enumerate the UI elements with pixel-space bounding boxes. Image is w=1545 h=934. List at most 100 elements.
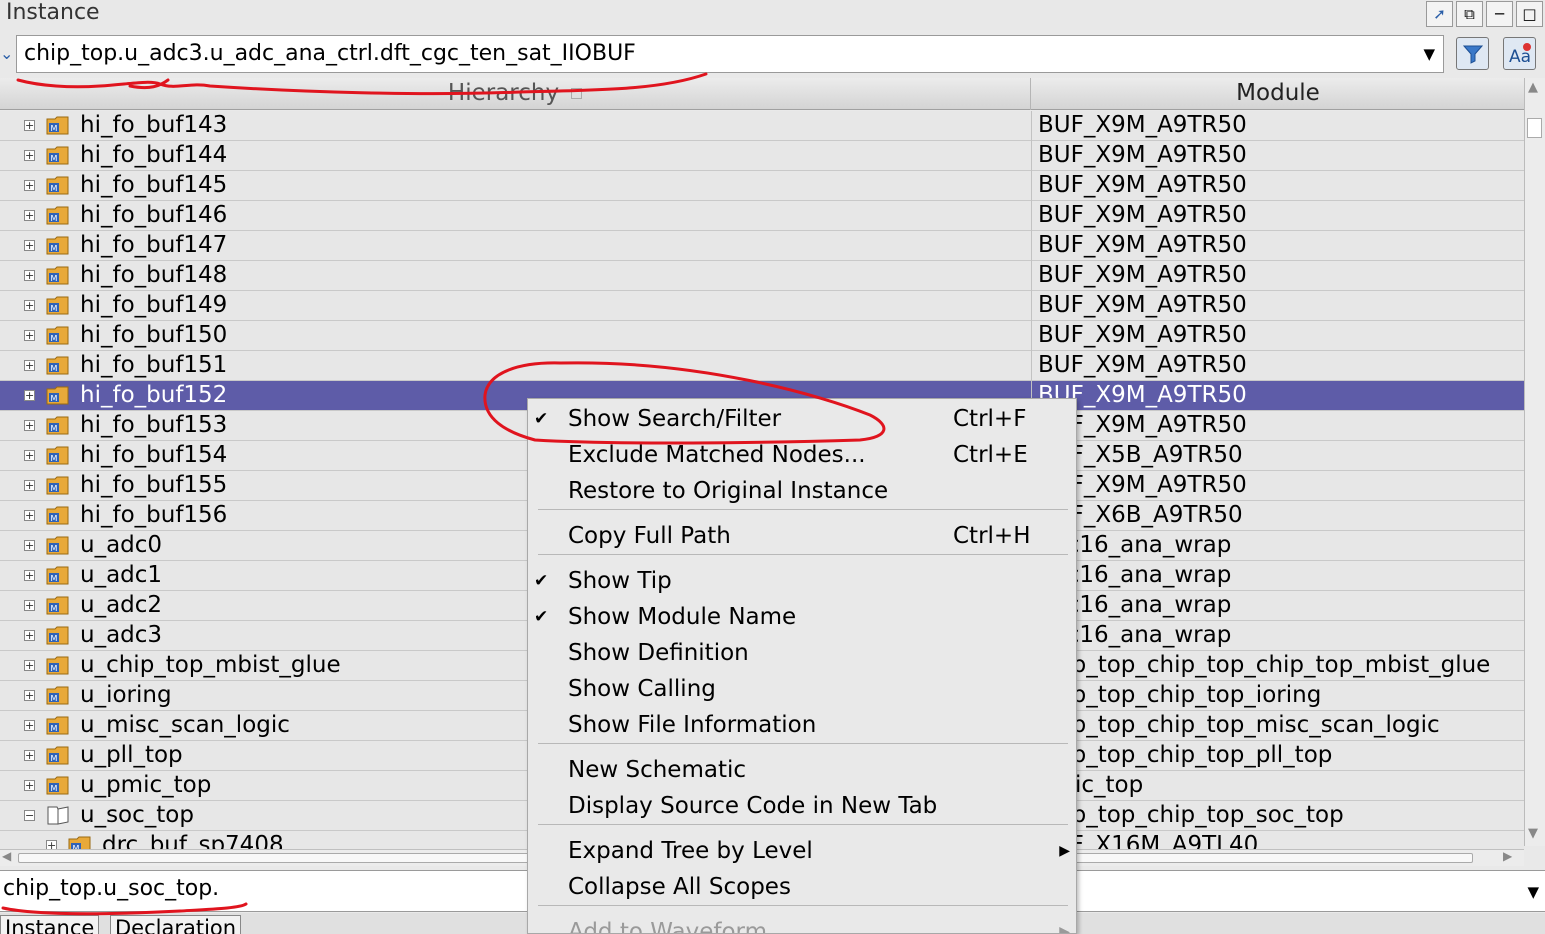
scroll-right-icon[interactable]: ▶ bbox=[1503, 849, 1512, 863]
svg-text:M: M bbox=[51, 664, 58, 673]
menu-item-label: Collapse All Scopes bbox=[568, 874, 791, 900]
menu-item-collapse-all-scopes[interactable]: Collapse All Scopes bbox=[528, 869, 1076, 905]
menu-item-label: Show Calling bbox=[568, 676, 716, 702]
expand-toggle-icon[interactable]: + bbox=[24, 570, 35, 581]
expand-toggle-icon[interactable]: + bbox=[24, 390, 35, 401]
column-divider bbox=[1031, 231, 1032, 261]
tree-row[interactable]: + Mhi_fo_buf146 BUF_X9M_A9TR50 bbox=[0, 201, 1524, 231]
instance-name: u_adc1 bbox=[80, 562, 163, 588]
tab-instance[interactable]: Instance bbox=[0, 915, 100, 934]
module-folder-icon: M bbox=[46, 654, 70, 676]
pin-button[interactable]: ➚ bbox=[1426, 1, 1453, 27]
instance-path-combo[interactable]: chip_top.u_adc3.u_adc_ana_ctrl.dft_cgc_t… bbox=[16, 35, 1444, 73]
menu-item-copy-full-path[interactable]: Copy Full Path Ctrl+H bbox=[528, 518, 1076, 554]
menu-item-new-schematic[interactable]: New Schematic bbox=[528, 752, 1076, 788]
expand-toggle-icon[interactable]: + bbox=[46, 840, 57, 849]
expand-toggle-icon[interactable]: + bbox=[24, 690, 35, 701]
tree-row[interactable]: + Mhi_fo_buf148 BUF_X9M_A9TR50 bbox=[0, 261, 1524, 291]
menu-item-show-definition[interactable]: Show Definition bbox=[528, 635, 1076, 671]
menu-item-show-calling[interactable]: Show Calling bbox=[528, 671, 1076, 707]
column-divider bbox=[1031, 201, 1032, 231]
expand-toggle-icon[interactable]: + bbox=[24, 210, 35, 221]
maximize-button[interactable]: □ bbox=[1516, 1, 1543, 27]
menu-item-show-file-information[interactable]: Show File Information bbox=[528, 707, 1076, 743]
module-name: BUF_X9M_A9TR50 bbox=[1038, 142, 1247, 168]
filter-button[interactable] bbox=[1456, 37, 1489, 70]
svg-text:M: M bbox=[51, 304, 58, 313]
checkmark-icon: ✔ bbox=[534, 607, 549, 627]
expand-toggle-icon[interactable]: + bbox=[24, 510, 35, 521]
expand-toggle-icon[interactable]: + bbox=[24, 540, 35, 551]
chevron-down-icon[interactable]: ⌄ bbox=[0, 44, 13, 63]
expand-toggle-icon[interactable]: + bbox=[24, 330, 35, 341]
submenu-arrow-icon: ▶ bbox=[1059, 843, 1070, 859]
module-column-header[interactable]: Module bbox=[1032, 78, 1524, 110]
expand-toggle-icon[interactable]: − bbox=[24, 810, 35, 821]
tree-row[interactable]: + Mhi_fo_buf147 BUF_X9M_A9TR50 bbox=[0, 231, 1524, 261]
expand-toggle-icon[interactable]: + bbox=[24, 750, 35, 761]
scroll-thumb[interactable] bbox=[1527, 118, 1542, 138]
expand-toggle-icon[interactable]: + bbox=[24, 780, 35, 791]
tree-row[interactable]: + Mhi_fo_buf151 BUF_X9M_A9TR50 bbox=[0, 351, 1524, 381]
expand-toggle-icon[interactable]: + bbox=[24, 270, 35, 281]
menu-item-show-search-filter[interactable]: ✔ Show Search/Filter Ctrl+F bbox=[528, 401, 1076, 437]
expand-toggle-icon[interactable]: + bbox=[24, 630, 35, 641]
tree-row[interactable]: + Mhi_fo_buf145 BUF_X9M_A9TR50 bbox=[0, 171, 1524, 201]
expand-toggle-icon[interactable]: + bbox=[24, 600, 35, 611]
svg-text:M: M bbox=[51, 124, 58, 133]
svg-text:M: M bbox=[51, 364, 58, 373]
instance-path-value: chip_top.u_adc3.u_adc_ana_ctrl.dft_cgc_t… bbox=[24, 41, 636, 66]
expand-toggle-icon[interactable]: + bbox=[24, 360, 35, 371]
dropdown-arrow-icon[interactable]: ▼ bbox=[1527, 883, 1539, 901]
dropdown-arrow-icon[interactable]: ▼ bbox=[1423, 36, 1435, 72]
expand-toggle-icon[interactable]: + bbox=[24, 450, 35, 461]
expand-toggle-icon[interactable]: + bbox=[24, 480, 35, 491]
scroll-left-icon[interactable]: ◀ bbox=[2, 849, 11, 863]
expand-toggle-icon[interactable]: + bbox=[24, 150, 35, 161]
menu-item-exclude-matched-nodes[interactable]: Exclude Matched Nodes... Ctrl+E bbox=[528, 437, 1076, 473]
menu-item-display-source-code-in-new-tab[interactable]: Display Source Code in New Tab bbox=[528, 788, 1076, 824]
expand-toggle-icon[interactable]: + bbox=[24, 300, 35, 311]
expand-toggle-icon[interactable]: + bbox=[24, 720, 35, 731]
expand-toggle-icon[interactable]: + bbox=[24, 180, 35, 191]
vertical-scrollbar[interactable]: ▲ ▼ bbox=[1524, 78, 1545, 846]
svg-text:M: M bbox=[51, 724, 58, 733]
menu-item-show-module-name[interactable]: ✔ Show Module Name bbox=[528, 599, 1076, 635]
module-name: BUF_X9M_A9TR50 bbox=[1038, 232, 1247, 258]
column-divider bbox=[1031, 171, 1032, 201]
hierarchy-column-header[interactable]: Hierarchy bbox=[0, 78, 1031, 110]
menu-item-expand-tree-by-level[interactable]: Expand Tree by Level ▶ bbox=[528, 833, 1076, 869]
maximize-icon: □ bbox=[1522, 4, 1537, 23]
hierarchy-column-label: Hierarchy bbox=[447, 80, 560, 106]
expand-toggle-icon[interactable]: + bbox=[24, 120, 35, 131]
module-name: BUF_X9M_A9TR50 bbox=[1038, 172, 1247, 198]
svg-text:M: M bbox=[51, 154, 58, 163]
pin-icon: ➚ bbox=[1433, 4, 1446, 23]
tree-row[interactable]: + Mhi_fo_buf149 BUF_X9M_A9TR50 bbox=[0, 291, 1524, 321]
panel-titlebar: Instance ➚ ⧉ ─ □ bbox=[0, 0, 1545, 30]
instance-name: u_adc0 bbox=[80, 532, 163, 558]
minimize-button[interactable]: ─ bbox=[1486, 1, 1513, 27]
module-name: BUF_X9M_A9TR50 bbox=[1038, 352, 1247, 378]
module-name: chip_top_chip_top_misc_scan_logic bbox=[1038, 712, 1440, 738]
scroll-up-icon[interactable]: ▲ bbox=[1528, 80, 1538, 95]
tree-row[interactable]: + Mhi_fo_buf143 BUF_X9M_A9TR50 bbox=[0, 111, 1524, 141]
module-folder-icon: M bbox=[46, 204, 70, 226]
tree-row[interactable]: + Mhi_fo_buf150 BUF_X9M_A9TR50 bbox=[0, 321, 1524, 351]
menu-item-label: Display Source Code in New Tab bbox=[568, 793, 938, 819]
menu-item-restore-to-original-instance[interactable]: Restore to Original Instance bbox=[528, 473, 1076, 509]
scope-path-value: chip_top.u_soc_top. bbox=[3, 876, 220, 901]
expand-toggle-icon[interactable]: + bbox=[24, 240, 35, 251]
case-sensitive-button[interactable]: Aa bbox=[1503, 37, 1536, 70]
menu-item-show-tip[interactable]: ✔ Show Tip bbox=[528, 563, 1076, 599]
instance-name: drc_buf_sp7408 bbox=[102, 832, 284, 849]
svg-text:M: M bbox=[51, 214, 58, 223]
tab-declaration[interactable]: Declaration bbox=[110, 915, 242, 934]
undock-button[interactable]: ⧉ bbox=[1456, 1, 1483, 27]
expand-toggle-icon[interactable]: + bbox=[24, 660, 35, 671]
tree-row[interactable]: + Mhi_fo_buf144 BUF_X9M_A9TR50 bbox=[0, 141, 1524, 171]
expand-toggle-icon[interactable]: + bbox=[24, 420, 35, 431]
svg-text:M: M bbox=[51, 514, 58, 523]
scroll-down-icon[interactable]: ▼ bbox=[1528, 826, 1538, 841]
module-folder-icon: M bbox=[46, 564, 70, 586]
